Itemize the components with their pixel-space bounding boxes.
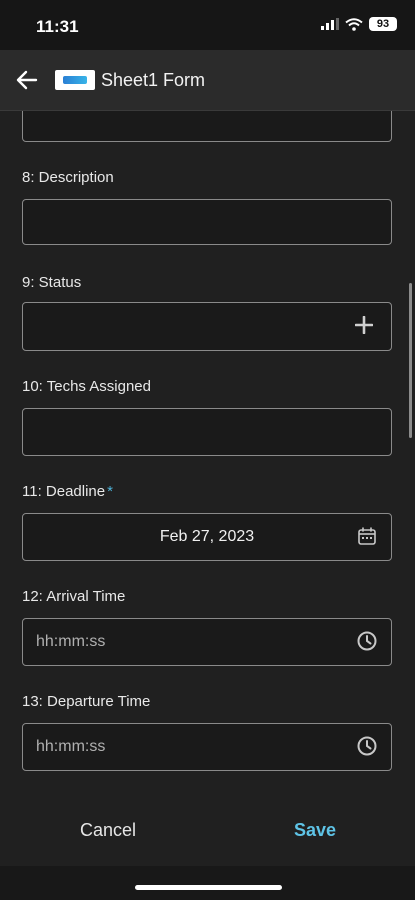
status-bar: 11:31 93 bbox=[0, 0, 415, 50]
deadline-date-field[interactable]: Feb 27, 2023 bbox=[22, 513, 392, 561]
app-logo bbox=[55, 70, 95, 90]
form-footer: Cancel Save bbox=[0, 792, 415, 866]
deadline-label-text: 11: Deadline bbox=[22, 483, 106, 500]
page-title: Sheet1 Form bbox=[101, 70, 206, 90]
scrollbar[interactable] bbox=[409, 283, 412, 438]
plus-icon[interactable] bbox=[355, 316, 373, 334]
save-button[interactable]: Save bbox=[265, 820, 365, 841]
cellular-signal-icon bbox=[321, 18, 339, 30]
field-7-input[interactable] bbox=[22, 111, 392, 142]
field-13-label: 13: Departure Time bbox=[22, 693, 151, 710]
departure-time-input[interactable]: hh:mm:ss bbox=[22, 723, 392, 771]
cancel-button[interactable]: Cancel bbox=[58, 820, 158, 841]
field-10-label: 10: Techs Assigned bbox=[22, 378, 151, 395]
field-8-label: 8: Description bbox=[22, 169, 114, 186]
app-header: Sheet1 Form bbox=[0, 50, 415, 111]
field-9-label: 9: Status bbox=[22, 274, 82, 291]
deadline-value: Feb 27, 2023 bbox=[159, 528, 255, 545]
departure-time-placeholder: hh:mm:ss bbox=[36, 738, 106, 755]
arrival-time-placeholder: hh:mm:ss bbox=[36, 633, 106, 650]
description-input[interactable] bbox=[22, 199, 392, 245]
field-11-label: 11: Deadline * bbox=[22, 483, 113, 500]
arrival-time-input[interactable]: hh:mm:ss bbox=[22, 618, 392, 666]
status-icons: 93 bbox=[321, 17, 397, 31]
home-indicator-area bbox=[0, 866, 415, 900]
techs-assigned-input[interactable] bbox=[22, 408, 392, 456]
clock-icon[interactable] bbox=[356, 735, 378, 757]
clock-icon[interactable] bbox=[356, 630, 378, 652]
status-field[interactable] bbox=[22, 302, 392, 351]
battery-indicator: 93 bbox=[369, 17, 397, 31]
back-arrow-icon[interactable] bbox=[12, 65, 42, 95]
required-asterisk: * bbox=[107, 483, 113, 500]
home-indicator[interactable] bbox=[135, 885, 282, 890]
calendar-icon[interactable] bbox=[357, 526, 377, 546]
field-12-label: 12: Arrival Time bbox=[22, 588, 126, 605]
form-area: 8: Description 9: Status 10: Techs Assig… bbox=[0, 111, 415, 791]
wifi-icon bbox=[345, 17, 363, 31]
status-time: 11:31 bbox=[36, 17, 79, 36]
